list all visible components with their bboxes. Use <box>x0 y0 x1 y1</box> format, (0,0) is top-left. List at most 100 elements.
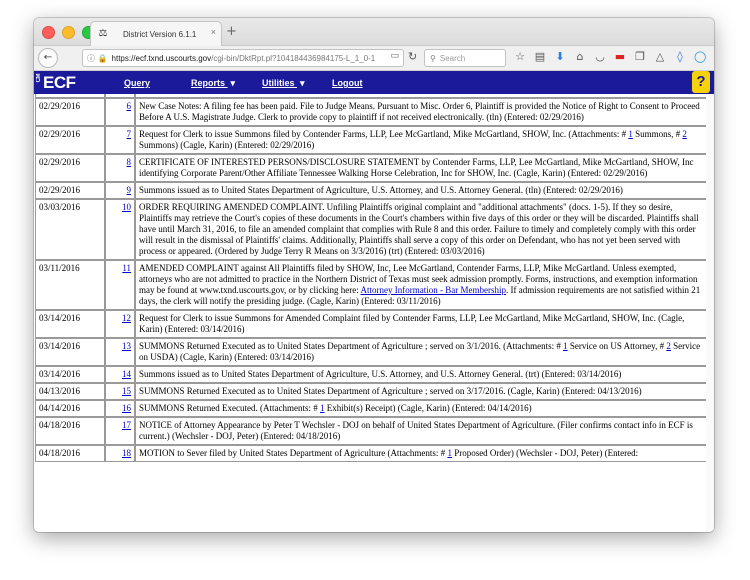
close-window-button[interactable] <box>42 26 55 39</box>
entry-text: Summons issued as to United States Depar… <box>139 369 622 379</box>
docket-entry-row: 03/14/2016 14 Summons issued as to United … <box>35 366 710 383</box>
browser-tab[interactable]: ⚖ District Version 6.1.1 × <box>90 21 222 46</box>
entry-text: ORDER REQUIRING AMENDED COMPLAINT. Unfil… <box>139 202 699 256</box>
copy-icon[interactable]: ❐ <box>634 50 646 63</box>
entry-number-link[interactable]: 7 <box>127 129 132 139</box>
entry-number-cell: 7 <box>105 126 135 154</box>
minimize-window-button[interactable] <box>62 26 75 39</box>
entry-text-part: Summons, # <box>632 129 683 139</box>
menu-reports[interactable]: Reports ▾ <box>191 78 235 89</box>
entry-number-cell: 18 <box>105 445 135 462</box>
docket-table-body: 02/29/2016 6 New Case Notes: A filing fee … <box>35 94 710 462</box>
entry-number-cell: 15 <box>105 383 135 400</box>
entry-number-cell: 13 <box>105 338 135 366</box>
url-prefix: https:// <box>111 53 136 63</box>
pocket-icon[interactable]: ◡ <box>594 50 606 63</box>
reading-list-icon[interactable]: ▤ <box>534 50 546 63</box>
entry-description: ORDER REQUIRING AMENDED COMPLAINT. Unfil… <box>135 199 710 260</box>
entry-date: 04/18/2016 <box>35 445 105 462</box>
bookmark-star-icon[interactable]: ☆ <box>514 50 526 63</box>
entry-description: New Case Notes: A filing fee has been pa… <box>135 98 710 126</box>
url-host: ecf.txnd.uscourts.gov <box>135 53 212 63</box>
entry-number-link[interactable]: 12 <box>122 313 131 323</box>
menu-logout[interactable]: Logout <box>332 78 363 88</box>
entry-description: SUMMONS Returned Executed as to United S… <box>135 338 710 366</box>
entry-number-link[interactable]: 13 <box>122 341 131 351</box>
scales-favicon-icon: ⚖ <box>98 28 108 39</box>
tab-close-icon[interactable]: × <box>211 27 216 37</box>
entry-number-cell: 10 <box>105 199 135 260</box>
menu-query[interactable]: Query <box>124 78 150 88</box>
entry-number-cell: 12 <box>105 310 135 338</box>
entry-text: CERTIFICATE OF INTERESTED PERSONS/DISCLO… <box>139 157 694 178</box>
entry-number-cell: 17 <box>105 417 135 445</box>
reload-icon[interactable]: ↻ <box>408 50 417 63</box>
entry-date: 02/29/2016 <box>35 154 105 182</box>
utilities-chevron-down-icon: ▾ <box>300 78 305 88</box>
entry-number-link[interactable]: 15 <box>122 386 131 396</box>
entry-number-link[interactable]: 11 <box>122 263 131 273</box>
browser-window: ⚖ District Version 6.1.1 × + ← ⓘ 🔒 https… <box>34 18 714 532</box>
entry-number-link[interactable]: 17 <box>122 420 131 430</box>
drop-icon[interactable]: ◊ <box>674 50 686 63</box>
entry-number-link[interactable]: 9 <box>127 185 132 195</box>
back-button[interactable]: ← <box>38 48 58 68</box>
window-controls <box>42 26 95 39</box>
entry-number-link[interactable]: 10 <box>122 202 131 212</box>
docket-entry-row: 02/29/2016 8 CERTIFICATE OF INTERESTED PER… <box>35 154 710 182</box>
entry-date: 03/14/2016 <box>35 310 105 338</box>
entry-number-link[interactable]: 8 <box>127 157 132 167</box>
entry-date: 03/14/2016 <box>35 338 105 366</box>
docket-entry-row: 03/14/2016 13 SUMMONS Returned Executed as… <box>35 338 710 366</box>
url-bar[interactable]: ⓘ 🔒 https://ecf.txnd.uscourts.gov/cgi-bi… <box>82 49 404 67</box>
entry-text: Summons issued as to United States Depar… <box>139 185 623 195</box>
entry-description: Summons issued as to United States Depar… <box>135 182 710 199</box>
search-bar[interactable]: ⚲ Search <box>424 49 506 67</box>
menu-utilities-label: Utilities <box>262 78 295 88</box>
entry-date: 02/29/2016 <box>35 126 105 154</box>
entry-text: NOTICE of Attorney Appearance by Peter T… <box>139 420 693 441</box>
entry-number-link[interactable]: 14 <box>122 369 131 379</box>
entry-text: Request for Clerk to issue Summons for A… <box>139 313 685 334</box>
attachment-link[interactable]: 2 <box>682 129 687 139</box>
circle-extension-icon[interactable]: ◯ <box>694 50 706 63</box>
toolbar-icons: ☆ ▤ ⬇ ⌂ ◡ ▬ ❐ △ ◊ ◯ ☰ <box>514 50 714 63</box>
entry-date: 02/29/2016 <box>35 98 105 126</box>
entry-description: SUMMONS Returned Executed. (Attachments:… <box>135 400 710 417</box>
reader-view-icon[interactable]: ▭ <box>390 51 399 61</box>
entry-date: 02/29/2016 <box>35 182 105 199</box>
menu-utilities[interactable]: Utilities ▾ <box>262 78 305 89</box>
url-text[interactable]: https://ecf.txnd.uscourts.gov/cgi-bin/Dk… <box>112 54 376 63</box>
entry-text-part: Request for Clerk to issue Summons filed… <box>139 129 629 139</box>
entry-text-part: Proposed Order) (Wechsler - DOJ, Peter) … <box>451 448 639 458</box>
tab-title: District Version 6.1.1 <box>123 29 197 39</box>
entry-number-link[interactable]: 16 <box>122 403 131 413</box>
url-path: /cgi-bin/DktRpt.pl?104184436984175-L_1_0… <box>211 53 376 63</box>
docket-entry-row: 02/29/2016 9 Summons issued as to United S… <box>35 182 710 199</box>
entry-text-part: Exhibit(s) Receipt) (Cagle, Karin) (Ente… <box>324 403 532 413</box>
attachment-link[interactable]: Attorney Information - Bar Membership <box>361 285 506 295</box>
help-icon[interactable]: ? <box>692 71 710 93</box>
site-info-icon[interactable]: ⓘ 🔒 <box>87 53 108 64</box>
entry-date: 04/13/2016 <box>35 383 105 400</box>
menu-reports-label: Reports <box>191 78 226 88</box>
vertical-scrollbar[interactable] <box>706 94 714 532</box>
docket-entry-row: 02/29/2016 7 Request for Clerk to issue Su… <box>35 126 710 154</box>
entry-text: New Case Notes: A filing fee has been pa… <box>139 101 700 122</box>
entry-number-link[interactable]: 6 <box>127 101 132 111</box>
download-icon[interactable]: ⬇ <box>554 50 566 63</box>
docket-entry-row: 04/14/2016 16 SUMMONS Returned Executed. (… <box>35 400 710 417</box>
tab-bar: ⚖ District Version 6.1.1 × + <box>34 18 714 46</box>
entry-date: 04/14/2016 <box>35 400 105 417</box>
warning-icon[interactable]: △ <box>654 50 666 63</box>
docket-entry-row: 03/11/2016 11 AMENDED COMPLAINT against Al… <box>35 260 710 310</box>
entry-number-cell: 9 <box>105 182 135 199</box>
entry-number-link[interactable]: 18 <box>122 448 131 458</box>
home-icon[interactable]: ⌂ <box>574 50 586 63</box>
new-tab-button[interactable]: + <box>226 24 237 39</box>
docket-entry-row: 04/13/2016 15 SUMMONS Returned Executed as… <box>35 383 710 400</box>
search-icon: ⚲ <box>430 53 436 63</box>
extension-red-icon[interactable]: ▬ <box>614 50 626 63</box>
cm-ecf-logo: CM ECF <box>36 73 76 93</box>
docket-content[interactable]: 02/29/2016 6 New Case Notes: A filing fee … <box>34 94 714 532</box>
